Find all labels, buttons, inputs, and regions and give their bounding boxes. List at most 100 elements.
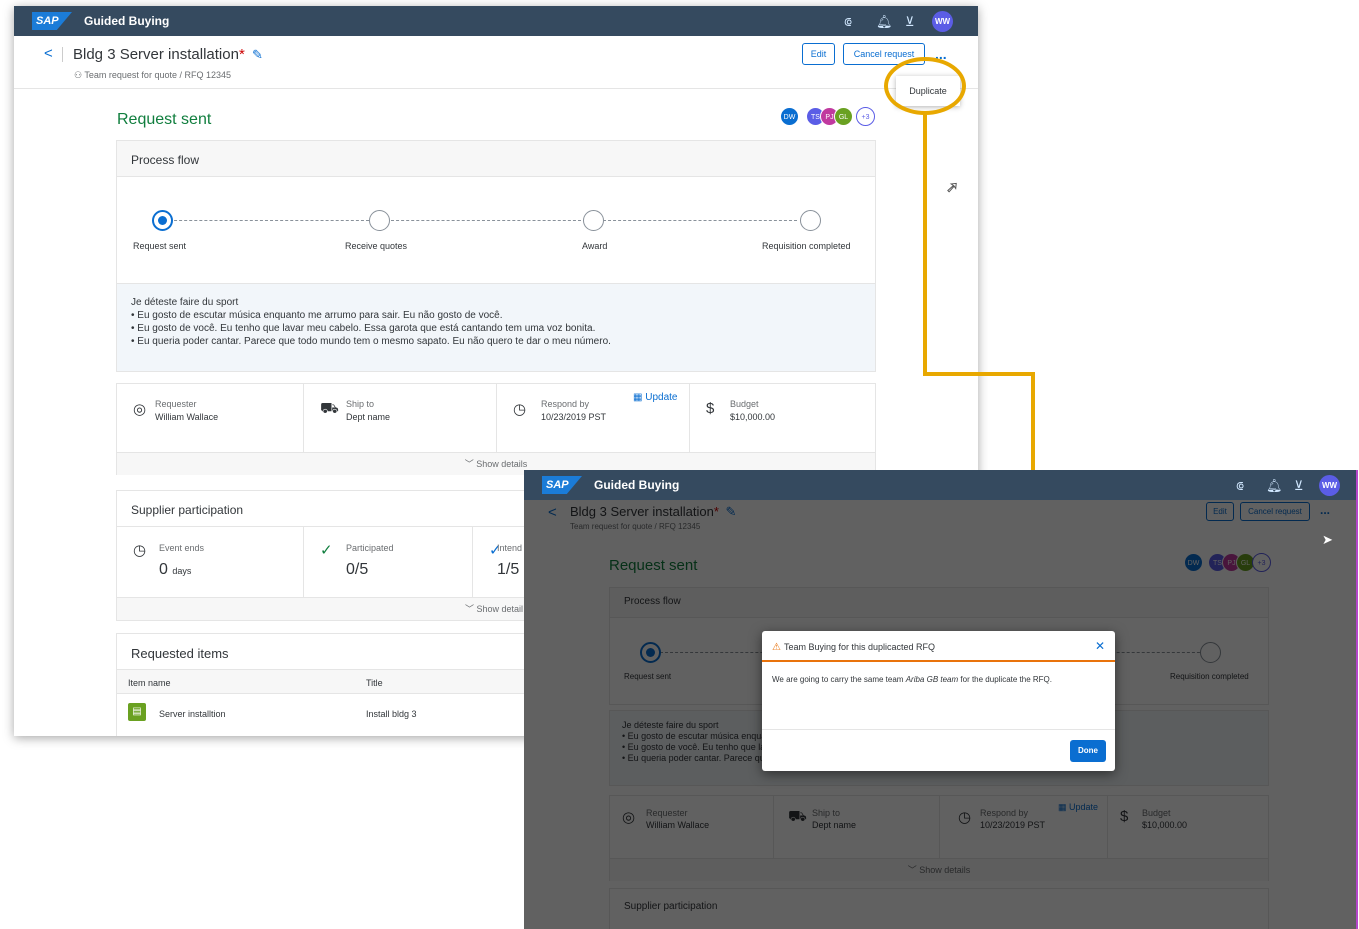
pencil-icon[interactable]: ✎ xyxy=(252,47,263,62)
sap-logo: SAP xyxy=(542,476,582,494)
item-name: Server installtion xyxy=(159,709,226,719)
history-icon: ◷ xyxy=(513,401,527,418)
cart-icon[interactable]: ⊻ xyxy=(1294,478,1304,494)
money-bag-icon: $ xyxy=(706,400,715,417)
done-button[interactable]: Done xyxy=(1070,740,1106,762)
dialog-footer: Done xyxy=(762,729,1115,771)
connector-line xyxy=(923,114,927,376)
mouse-pointer-icon: ➚ xyxy=(946,179,960,197)
step-receive-quotes[interactable] xyxy=(369,210,390,231)
document-icon: ▤ xyxy=(128,703,146,721)
step-connector xyxy=(603,220,797,221)
step-connector xyxy=(391,220,581,221)
respond-by-label: Respond by xyxy=(541,399,590,409)
shell-bar: SAP Guided Buying ⟃ 🔔︎ ⊻ WW xyxy=(524,470,1356,500)
edit-button[interactable]: Edit xyxy=(802,43,835,65)
intend-label: Intend xyxy=(497,543,523,553)
dialog-header: ⚠ Team Buying for this duplicacted RFQ ✕ xyxy=(762,631,1115,662)
participated-value: 0/5 xyxy=(346,561,369,578)
step-award[interactable] xyxy=(583,210,604,231)
step-label: Requisition completed xyxy=(762,241,851,251)
show-details-label: Show detail xyxy=(476,604,523,614)
chevron-down-icon: ﹀ xyxy=(464,459,477,469)
note-line: • Eu gosto de escutar música enquanto me… xyxy=(131,310,503,321)
check-circle-icon: ✓ xyxy=(320,542,333,559)
team-icon: ⚇ xyxy=(74,70,85,80)
avatar[interactable]: DW xyxy=(780,107,799,126)
mouse-pointer-icon: ➤ xyxy=(1322,532,1333,547)
avatar[interactable]: GL xyxy=(834,107,853,126)
update-label: Update xyxy=(645,392,678,403)
bell-icon[interactable]: 🔔︎ xyxy=(1266,478,1283,494)
requester-cell: ◎ Requester William Wallace xyxy=(117,384,304,452)
note-line: • Eu gosto de você. Eu tenho que lavar m… xyxy=(131,323,596,334)
event-ends-unit: days xyxy=(172,566,192,576)
cart-icon[interactable]: ⊻ xyxy=(905,14,915,30)
warning-icon: ⚠ xyxy=(772,642,781,653)
process-flow-card: Process flow Request sent Receive quotes… xyxy=(116,140,876,288)
participated-cell: ✓ Participated 0/5 xyxy=(304,527,473,597)
status-title: Request sent xyxy=(117,111,212,128)
required-asterisk: * xyxy=(238,46,245,63)
close-icon[interactable]: ✕ xyxy=(1095,639,1105,653)
ship-to-value: Dept name xyxy=(346,412,391,422)
dialog-title: Team Buying for this duplicacted RFQ xyxy=(783,642,936,652)
history-icon: ◷ xyxy=(133,542,147,559)
step-request-sent[interactable] xyxy=(152,210,173,231)
step-label: Receive quotes xyxy=(345,241,408,251)
budget-cell: $ Budget $10,000.00 xyxy=(690,384,877,452)
respond-by-value: 10/23/2019 PST xyxy=(541,412,607,422)
shell-bar: SAP Guided Buying ⟃ 🔔︎ ⊻ WW xyxy=(14,6,978,36)
highlight-ring xyxy=(884,57,966,115)
page-title-text: Bldg 3 Server installation xyxy=(73,46,239,63)
step-label: Request sent xyxy=(133,241,187,251)
event-ends-cell: ◷ Event ends 0 days xyxy=(117,527,304,597)
team-buying-dialog: ⚠ Team Buying for this duplicacted RFQ ✕ … xyxy=(762,631,1115,771)
truck-icon: ⛟ xyxy=(320,400,339,417)
participated-label: Participated xyxy=(346,543,394,553)
budget-label: Budget xyxy=(730,399,759,409)
column-header: Title xyxy=(366,678,383,688)
ship-to-cell: ⛟ Ship to Dept name xyxy=(304,384,497,452)
note-line: • Eu queria poder cantar. Parece que tod… xyxy=(131,336,611,347)
sap-logo: SAP xyxy=(32,12,72,30)
app-title: Guided Buying xyxy=(594,478,680,492)
note-heading: Je déteste faire du sport xyxy=(131,297,239,308)
connector-line xyxy=(923,372,1035,376)
request-info-card: ◎ Requester William Wallace ⛟ Ship to De… xyxy=(116,383,876,475)
chat-icon[interactable]: ⟃ xyxy=(844,14,852,30)
divider xyxy=(62,47,63,62)
process-flow-title: Process flow xyxy=(117,141,875,177)
request-note: Je déteste faire du sport • Eu gosto de … xyxy=(116,283,876,372)
item-title: Install bldg 3 xyxy=(366,709,417,719)
object-header: < Bldg 3 Server installation* ✎ ⚇ Team r… xyxy=(14,36,978,89)
event-ends-label: Event ends xyxy=(159,543,205,553)
chat-icon[interactable]: ⟃ xyxy=(1236,478,1244,494)
team-name: Ariba GB team xyxy=(905,675,959,684)
back-icon[interactable]: < xyxy=(44,45,53,62)
intend-value: 1/5 xyxy=(497,561,520,578)
show-details-label: Show details xyxy=(476,459,528,469)
app-title: Guided Buying xyxy=(84,14,170,28)
step-requisition-completed[interactable] xyxy=(800,210,821,231)
requester-value: William Wallace xyxy=(155,412,219,422)
dialog-message: We are going to carry the same team Arib… xyxy=(772,675,1052,684)
step-connector xyxy=(169,220,369,221)
dialog-message-text: for the duplicate the RFQ. xyxy=(958,675,1052,684)
show-details-toggle[interactable]: ﹀ Show detail xyxy=(117,597,525,620)
person-icon: ◎ xyxy=(133,401,147,418)
update-link[interactable]: ▦ Update xyxy=(633,392,677,403)
page-subtitle: ⚇ Team request for quote / RFQ 12345 xyxy=(74,70,231,81)
user-avatar[interactable]: WW xyxy=(932,11,953,32)
page-title: Bldg 3 Server installation* ✎ xyxy=(73,46,263,63)
column-header: Item name xyxy=(128,678,171,688)
event-ends-value: 0 days xyxy=(159,561,191,579)
ship-to-label: Ship to xyxy=(346,399,375,409)
calendar-icon: ▦ xyxy=(633,392,646,403)
chevron-down-icon: ﹀ xyxy=(464,604,477,614)
user-avatar[interactable]: WW xyxy=(1319,475,1340,496)
respond-by-cell: ◷ Respond by 10/23/2019 PST ▦ Update xyxy=(497,384,690,452)
subtitle-text: Team request for quote / RFQ 12345 xyxy=(84,70,231,80)
bell-icon[interactable]: 🔔︎ xyxy=(876,14,893,30)
more-collaborators-badge[interactable]: +3 xyxy=(856,107,875,126)
